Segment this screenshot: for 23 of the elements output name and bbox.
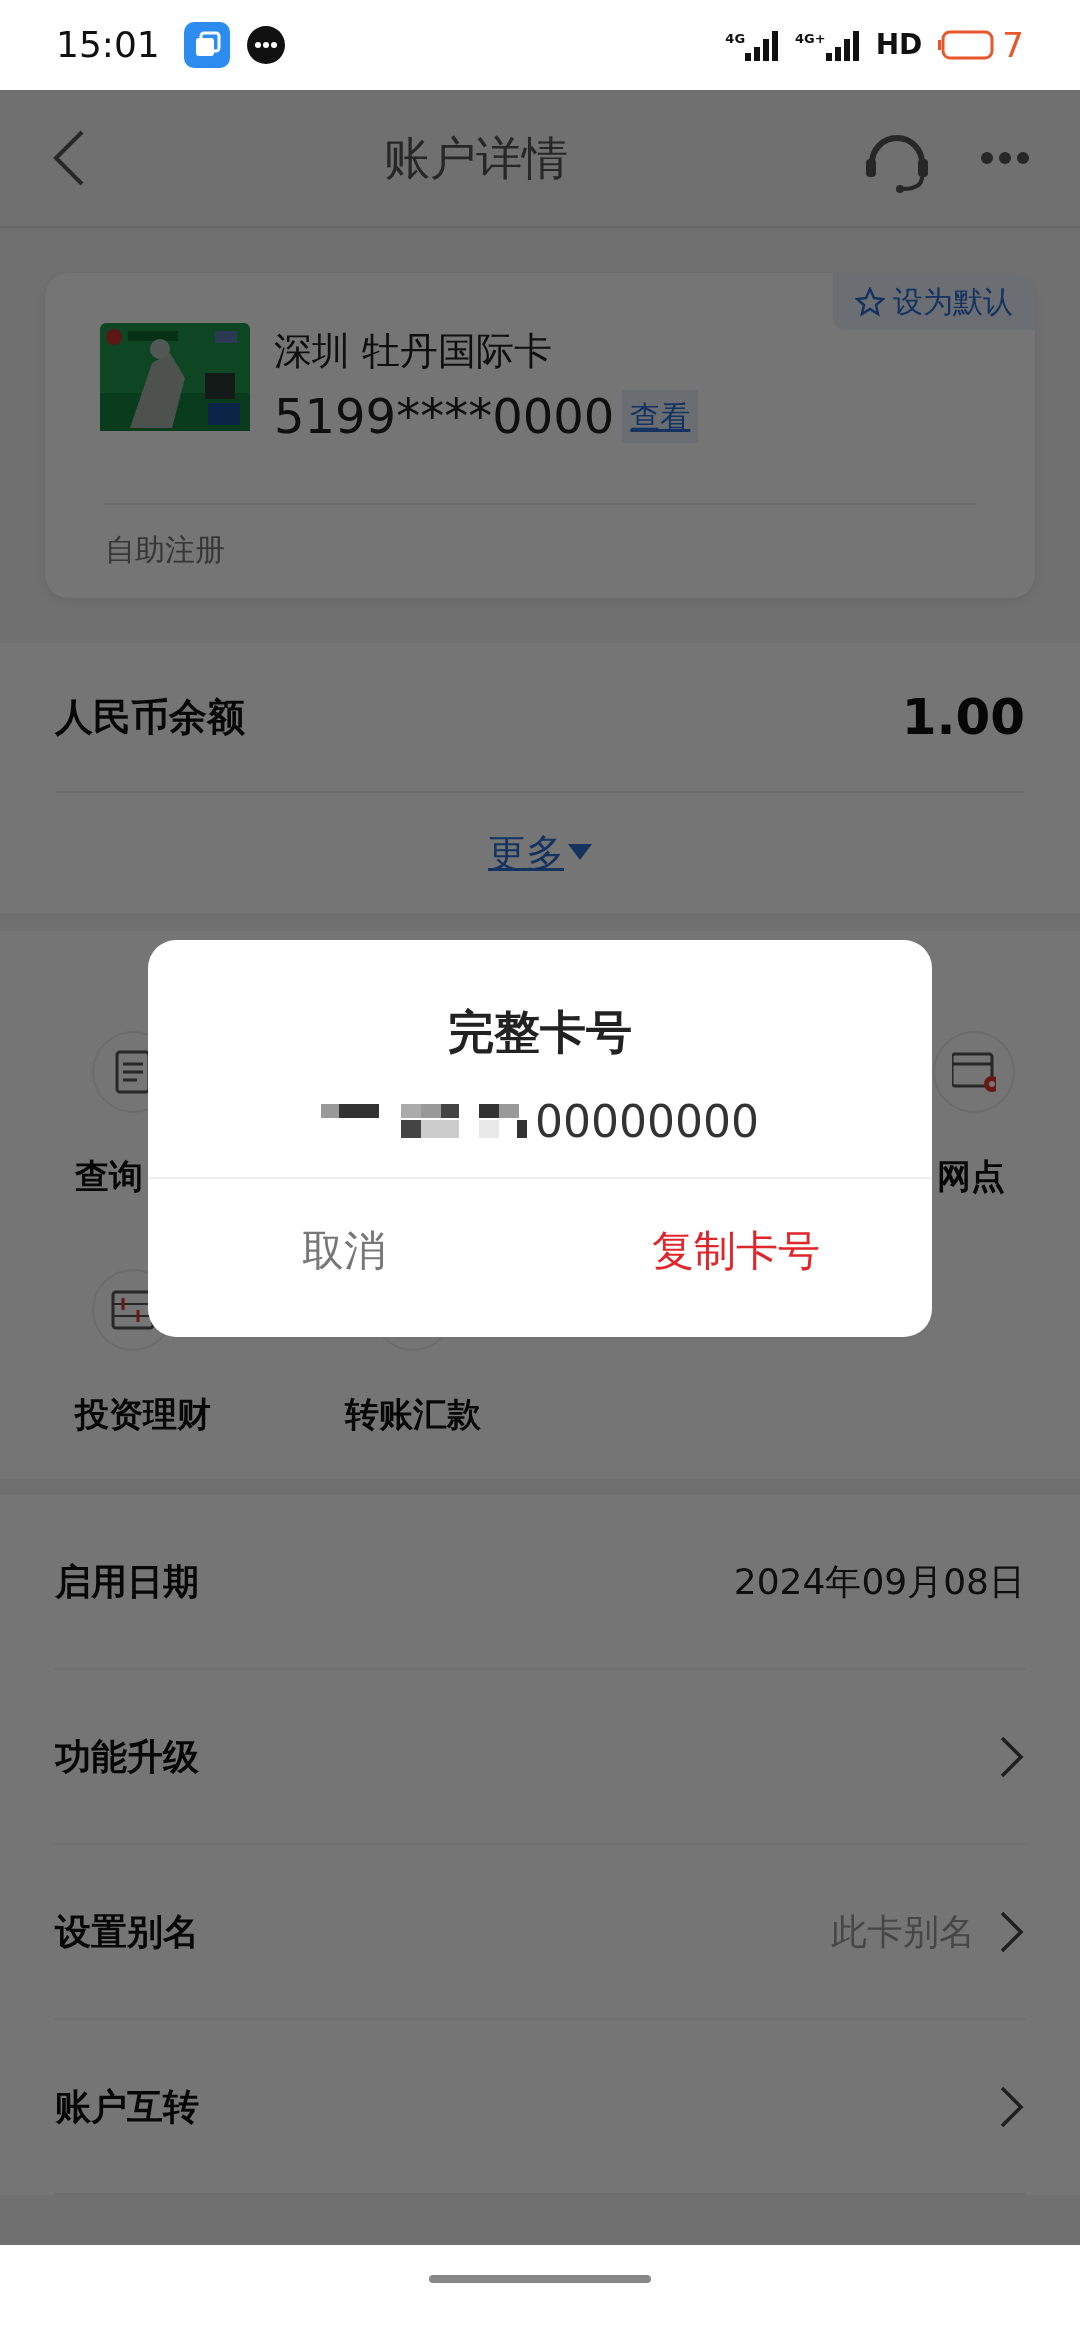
detail-row[interactable]: 账户互转	[55, 2020, 1025, 2195]
set-default-button[interactable]: 设为默认	[833, 273, 1035, 330]
status-time: 15:01	[56, 23, 160, 67]
shortcut-label[interactable]: 网点	[937, 1151, 1005, 1202]
card-status: 自助注册	[105, 503, 975, 572]
copy-button[interactable]: 复制卡号	[540, 1179, 932, 1322]
card-name: 深圳 牡丹国际卡	[274, 328, 554, 375]
hd-label: HD	[875, 27, 923, 63]
shortcut-label[interactable]: 投资理财	[75, 1389, 211, 1440]
balance-value: 1.00	[901, 686, 1025, 748]
balance-label: 人民币余额	[55, 693, 245, 741]
battery-level: 7	[1002, 23, 1024, 67]
network-label: 4G+	[795, 30, 826, 48]
shortcut-label[interactable]: 查询	[75, 1151, 143, 1202]
page-title: 账户详情	[384, 129, 568, 187]
more-toggle[interactable]: 更多	[488, 824, 592, 882]
card-number: 5199****0000	[274, 387, 615, 446]
card-number: 00000000	[535, 1095, 759, 1149]
view-link[interactable]: 查看	[622, 389, 699, 443]
detail-row[interactable]: 功能升级	[55, 1670, 1025, 1845]
shortcut-label[interactable]: 转账汇款	[344, 1389, 481, 1440]
detail-row: 启用日期 2024年09月08日	[55, 1495, 1025, 1670]
network-label: 4G	[725, 30, 746, 48]
